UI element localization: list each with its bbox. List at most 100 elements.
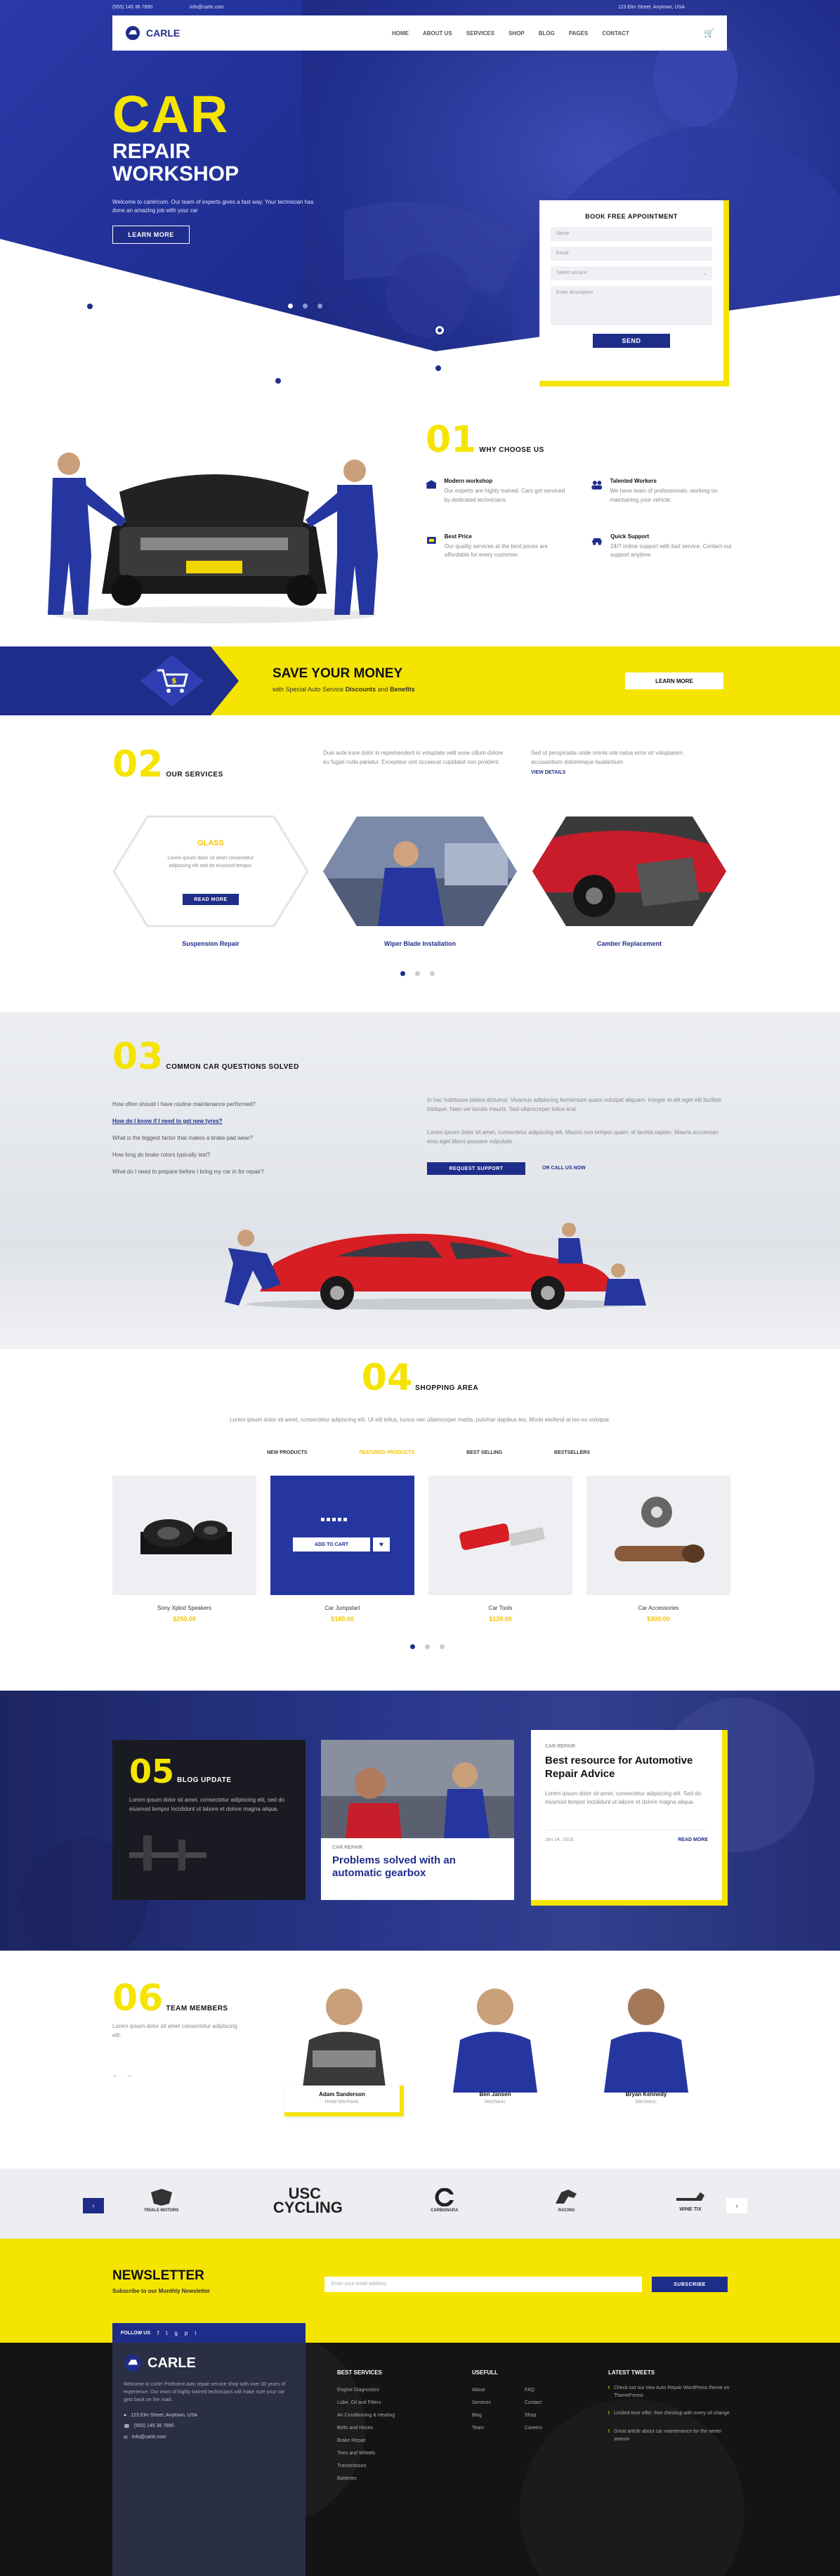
arrow-left-icon[interactable]: ← [112,2071,119,2079]
call-us-link[interactable]: OR CALL US NOW [542,1166,586,1171]
nav-item-shop[interactable]: SHOP [508,30,525,37]
tab-new-products[interactable]: NEW PRODUCTS [267,1450,308,1455]
partner-logo[interactable]: CARBONARA [431,2188,458,2213]
footer-link[interactable]: Belts and Hoses [337,2422,471,2435]
pinterest-icon[interactable]: p [185,2330,188,2336]
post-read-more-link[interactable]: READ MORE [678,1837,708,1842]
appointment-send-button[interactable]: SEND [593,334,670,348]
footer-link[interactable]: Lube, Oil and Filters [337,2397,471,2409]
slider-dot[interactable] [303,304,308,308]
nav-item-pages[interactable]: PAGES [569,30,588,37]
hex-read-more-button[interactable]: READ MORE [183,894,239,905]
cart-icon[interactable]: 🛒 [704,28,714,38]
footer-link[interactable]: Blog [472,2409,525,2422]
footer-link[interactable]: Transmission [337,2460,471,2473]
post-title[interactable]: Best resource for Automotive Repair Advi… [545,1755,708,1781]
topbar-email[interactable]: info@carle.com [190,5,224,10]
service-name[interactable]: Camber Replacement [531,940,728,947]
product-card[interactable] [586,1476,730,1595]
faq-question[interactable]: How long do brake rotors typically last? [112,1147,264,1164]
facebook-icon[interactable]: f [157,2330,159,2336]
blog-post-card[interactable]: CAR REPAIR Problems solved with an autom… [321,1740,514,1900]
carousel-dot[interactable] [440,1644,445,1649]
team-member-card[interactable]: Ben Jansen Mechanic [428,1980,562,2121]
footer-link[interactable]: Team [472,2422,525,2435]
service-hex-1[interactable]: GLASS Lorem ipsum dolor sit amet consect… [112,815,309,928]
partners-prev-arrow-icon[interactable]: ‹ [83,2198,104,2213]
blog-intro-text: Lorem ipsum dolor sit amet, consectetur … [129,1797,284,1812]
product-card[interactable] [428,1476,572,1595]
nav-item-contact[interactable]: CONTACT [602,30,629,37]
product-card-active[interactable]: ADD TO CART ♥ [270,1476,414,1595]
appointment-service-select[interactable]: Select service ⌄ [551,266,712,280]
team-member-card[interactable]: Bryan Kennedy Mechanic [579,1980,713,2121]
brand-logo[interactable]: CARLE [125,25,244,41]
tab-best-selling[interactable]: BEST SELLING [466,1450,502,1455]
google-plus-icon[interactable]: g [174,2330,177,2336]
nav-item-home[interactable]: HOME [392,30,409,37]
faq-question-active[interactable]: How do I know if I need to get new tyres… [112,1113,264,1130]
footer-phone-text: (555) 145 36 7890 [133,2423,174,2428]
add-to-cart-button[interactable]: ADD TO CART [293,1537,370,1552]
post-title[interactable]: Problems solved with an automatic gearbo… [332,1854,503,1880]
footer-link[interactable]: Brake Repair [337,2435,471,2447]
partner-logo[interactable]: USC CYCLING [273,2186,343,2216]
partner-logo[interactable]: RACING [553,2188,581,2213]
footer-link[interactable]: Air Conditioning & Heating [337,2409,471,2422]
partner-logo[interactable]: TRIALS MOTORS [144,2188,179,2213]
carousel-dot[interactable] [400,971,405,976]
arrow-right-icon[interactable]: → [126,2071,132,2079]
footer-brand-name: CARLE [147,2355,196,2371]
nav-item-about[interactable]: ABOUT US [423,30,452,37]
instagram-icon[interactable]: i [195,2330,196,2336]
services-view-details-link[interactable]: VIEW DETAILS [531,770,565,775]
carousel-dot[interactable] [430,971,435,976]
carousel-dot[interactable] [410,1644,415,1649]
newsletter-email-input[interactable]: Enter your email address [324,2277,642,2292]
product-name[interactable]: Sony Xplod Speakers [112,1605,256,1611]
carousel-dot[interactable] [425,1644,430,1649]
blog-featured-card[interactable]: CAR REPAIR Best resource for Automotive … [531,1730,728,1906]
footer-link[interactable]: Services [472,2397,525,2409]
footer-link[interactable]: Shop [525,2409,577,2422]
wishlist-icon[interactable]: ♥ [373,1537,390,1552]
product-name[interactable]: Car Tools [428,1605,572,1611]
hero-learn-more-button[interactable]: LEARN MORE [112,226,190,245]
banner-learn-more-button[interactable]: LEARN MORE [625,672,723,689]
faq-question[interactable]: What is the biggest factor that makes a … [112,1130,264,1147]
appointment-email-input[interactable]: Email [551,247,712,261]
product-name[interactable]: Car Jumpstart [270,1605,414,1611]
slider-dot[interactable] [288,304,293,308]
appointment-message-textarea[interactable]: Enter description [551,286,712,325]
team-member-card[interactable]: Adam Sanderson Head Mechanic [277,1980,411,2121]
footer-email-text[interactable]: info@carle.com [132,2435,166,2440]
faq-question[interactable]: How often should I have routine maintena… [112,1096,264,1113]
service-hex-3[interactable] [531,815,728,928]
faq-question[interactable]: What do I need to prepare before I bring… [112,1164,264,1180]
subscribe-button[interactable]: SUBSCRIBE [652,2277,728,2292]
footer-logo[interactable]: CARLE [124,2354,294,2372]
partners-next-arrow-icon[interactable]: › [726,2198,747,2213]
nav-item-services[interactable]: SERVICES [466,30,494,37]
partner-logo[interactable]: WINE TIX [675,2190,706,2212]
service-hex-2[interactable] [322,815,518,928]
twitter-icon[interactable]: t [166,2330,167,2336]
footer-link[interactable]: Engine Diagnostics [337,2384,471,2397]
footer-link[interactable]: Careers [525,2422,577,2435]
product-card[interactable] [112,1476,256,1595]
service-name[interactable]: Wiper Blade Installation [322,940,518,947]
footer-link[interactable]: About [472,2384,525,2397]
tab-bestsellers[interactable]: BESTSELLERS [554,1450,590,1455]
carousel-dot[interactable] [415,971,420,976]
product-name[interactable]: Car Accessories [586,1605,730,1611]
footer-link[interactable]: FAQ [525,2384,577,2397]
nav-item-blog[interactable]: BLOG [539,30,555,37]
footer-link[interactable]: Batteries [337,2473,471,2485]
slider-dot[interactable] [317,304,322,308]
footer-link[interactable]: Tires and Wheels [337,2447,471,2460]
footer-link[interactable]: Contact [525,2397,577,2409]
service-name[interactable]: Suspension Repair [112,940,309,947]
tab-featured-products[interactable]: FEATURED PRODUCTS [359,1450,414,1455]
request-support-button[interactable]: REQUEST SUPPORT [427,1162,525,1175]
appointment-name-input[interactable]: Name [551,227,712,241]
